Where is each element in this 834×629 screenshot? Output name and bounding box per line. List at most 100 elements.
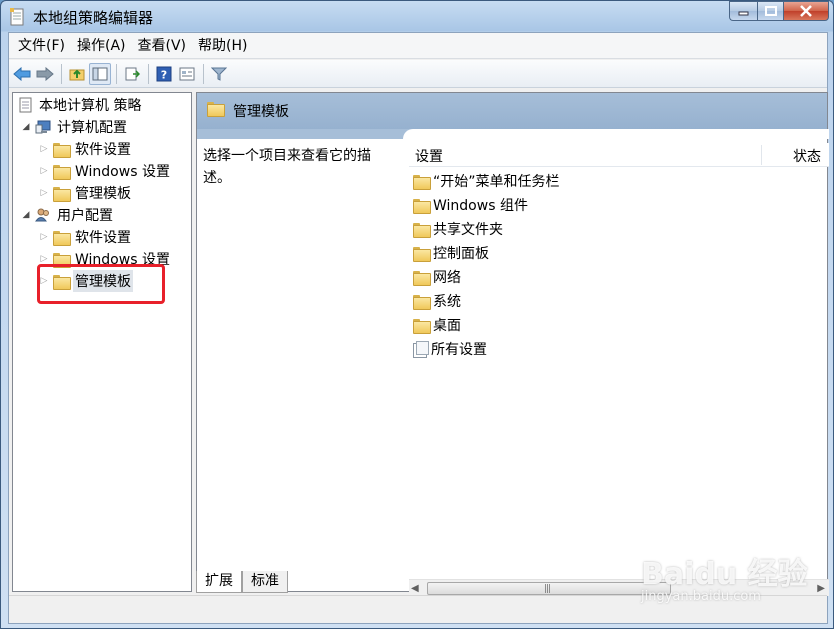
list-item-label: 网络 bbox=[433, 270, 461, 286]
expanded-arrow-icon[interactable]: ◢ bbox=[21, 122, 31, 132]
menu-view[interactable]: 查看(V) bbox=[132, 33, 193, 59]
toolbar-separator bbox=[116, 63, 117, 84]
annotation-highlight-box bbox=[37, 264, 165, 304]
filter-icon bbox=[211, 67, 227, 81]
collapsed-arrow-icon[interactable]: ▷ bbox=[39, 188, 49, 198]
window-controls bbox=[729, 1, 829, 23]
tree-node-computer-admin-templates[interactable]: ▷ 管理模板 bbox=[39, 182, 133, 204]
tree-node-user-software-settings[interactable]: ▷ 软件设置 bbox=[39, 226, 133, 248]
list-item[interactable]: 系统 bbox=[413, 289, 461, 313]
collapsed-arrow-icon[interactable]: ▷ bbox=[39, 144, 49, 154]
grip-icon: ||| bbox=[544, 584, 551, 594]
column-header-setting[interactable]: 设置 bbox=[415, 146, 443, 166]
menu-file[interactable]: 文件(F) bbox=[12, 33, 71, 59]
policy-document-icon bbox=[19, 97, 32, 113]
tab-standard[interactable]: 标准 bbox=[242, 571, 288, 593]
title-bar[interactable]: 本地组策略编辑器 bbox=[1, 1, 833, 33]
folder-icon bbox=[413, 294, 431, 310]
document-icon bbox=[10, 8, 24, 26]
details-header: 管理模板 bbox=[197, 93, 827, 129]
tree-node-label: 管理模板 bbox=[75, 186, 131, 202]
scroll-left-icon[interactable]: ◀ bbox=[411, 583, 419, 594]
list-item-label: 系统 bbox=[433, 294, 461, 310]
maximize-button[interactable] bbox=[757, 1, 783, 21]
folder-icon bbox=[207, 102, 225, 117]
tree-node-label: 软件设置 bbox=[75, 142, 131, 158]
up-button[interactable] bbox=[66, 63, 88, 85]
forward-button[interactable] bbox=[34, 63, 56, 85]
computer-icon bbox=[35, 120, 51, 134]
collapsed-arrow-icon[interactable]: ▷ bbox=[39, 166, 49, 176]
menu-action[interactable]: 操作(A) bbox=[71, 33, 132, 59]
close-button[interactable] bbox=[783, 1, 829, 21]
tree-node-computer-windows-settings[interactable]: ▷ Windows 设置 bbox=[39, 160, 172, 182]
column-divider[interactable] bbox=[761, 145, 762, 165]
menu-help[interactable]: 帮助(H) bbox=[192, 33, 253, 59]
export-list-button[interactable] bbox=[121, 63, 143, 85]
watermark-url: jingyan.baidu.com bbox=[641, 589, 761, 604]
list-item[interactable]: 网络 bbox=[413, 265, 461, 289]
header-band-curve bbox=[403, 129, 829, 139]
list-item[interactable]: 桌面 bbox=[413, 313, 461, 337]
folder-icon bbox=[53, 186, 71, 202]
collapsed-arrow-icon[interactable]: ▷ bbox=[39, 232, 49, 242]
users-icon bbox=[35, 208, 49, 222]
folder-icon bbox=[413, 222, 431, 238]
folder-icon bbox=[413, 318, 431, 334]
toolbar-separator bbox=[203, 63, 204, 84]
toolbar: ? bbox=[9, 60, 827, 88]
details-pane: 管理模板 选择一个项目来查看它的描述。 设置 状态 “开始”菜单和任务栏 Win… bbox=[196, 92, 829, 596]
show-hide-tree-button[interactable] bbox=[89, 62, 111, 85]
tree-node-label: 用户配置 bbox=[57, 208, 113, 224]
tree-node-root[interactable]: 本地计算机 策略 bbox=[17, 94, 143, 116]
forward-arrow-icon bbox=[36, 66, 54, 81]
list-item[interactable]: 所有设置 bbox=[413, 337, 487, 361]
tree-pane[interactable]: 本地计算机 策略 ◢ 计算机配置 ▷ 软件设置 ▷ Windows 设置 ▷ 管… bbox=[12, 92, 192, 592]
settings-list[interactable]: 设置 状态 “开始”菜单和任务栏 Windows 组件 共享文件夹 控制面板 网… bbox=[409, 139, 829, 559]
tree-node-user-config[interactable]: ◢ 用户配置 bbox=[21, 204, 115, 226]
tree-node-computer-software-settings[interactable]: ▷ 软件设置 bbox=[39, 138, 133, 160]
window-title: 本地组策略编辑器 bbox=[33, 9, 154, 27]
maximize-icon bbox=[764, 6, 777, 16]
tree-node-computer-config[interactable]: ◢ 计算机配置 bbox=[21, 116, 129, 138]
folder-icon bbox=[413, 270, 431, 286]
list-item[interactable]: Windows 组件 bbox=[413, 193, 528, 217]
tree-node-label: Windows 设置 bbox=[75, 164, 170, 180]
properties-button[interactable] bbox=[176, 63, 198, 85]
list-item[interactable]: 共享文件夹 bbox=[413, 217, 503, 241]
properties-icon bbox=[179, 67, 195, 80]
folder-icon bbox=[413, 174, 431, 190]
help-button[interactable]: ? bbox=[153, 63, 175, 85]
settings-page-icon bbox=[413, 341, 429, 358]
list-item-label: “开始”菜单和任务栏 bbox=[433, 174, 560, 190]
scrollbar-thumb[interactable]: ||| bbox=[427, 582, 671, 595]
list-item-label: Windows 组件 bbox=[433, 198, 528, 214]
view-tabs: 扩展 标准 bbox=[196, 571, 288, 593]
minimize-button[interactable] bbox=[729, 1, 757, 21]
tab-extended[interactable]: 扩展 bbox=[196, 571, 242, 593]
list-item[interactable]: 控制面板 bbox=[413, 241, 489, 265]
item-description: 选择一个项目来查看它的描述。 bbox=[203, 148, 371, 186]
folder-icon bbox=[413, 198, 431, 214]
folder-icon bbox=[53, 142, 71, 158]
watermark: Baidu 经验 jingyan.baidu.com bbox=[641, 541, 811, 621]
folder-icon bbox=[53, 164, 71, 180]
scroll-right-icon[interactable]: ▶ bbox=[817, 583, 825, 594]
show-hide-tree-icon bbox=[92, 67, 108, 80]
tree-node-label: 本地计算机 策略 bbox=[39, 98, 142, 114]
folder-icon bbox=[53, 230, 71, 246]
details-header-title: 管理模板 bbox=[233, 104, 289, 120]
list-item-label: 控制面板 bbox=[433, 246, 489, 262]
collapsed-arrow-icon[interactable]: ▷ bbox=[39, 254, 49, 264]
toolbar-separator bbox=[148, 63, 149, 84]
watermark-brand: Baidu 经验 bbox=[641, 557, 808, 592]
expanded-arrow-icon[interactable]: ◢ bbox=[21, 210, 31, 220]
filter-button[interactable] bbox=[208, 63, 230, 85]
back-button[interactable] bbox=[11, 63, 33, 85]
tree-node-label: 软件设置 bbox=[75, 230, 131, 246]
list-item[interactable]: “开始”菜单和任务栏 bbox=[413, 169, 560, 193]
svg-text:?: ? bbox=[161, 68, 167, 81]
column-header-state[interactable]: 状态 bbox=[793, 146, 821, 166]
tree-node-label: 计算机配置 bbox=[57, 120, 127, 136]
help-icon: ? bbox=[156, 66, 172, 81]
